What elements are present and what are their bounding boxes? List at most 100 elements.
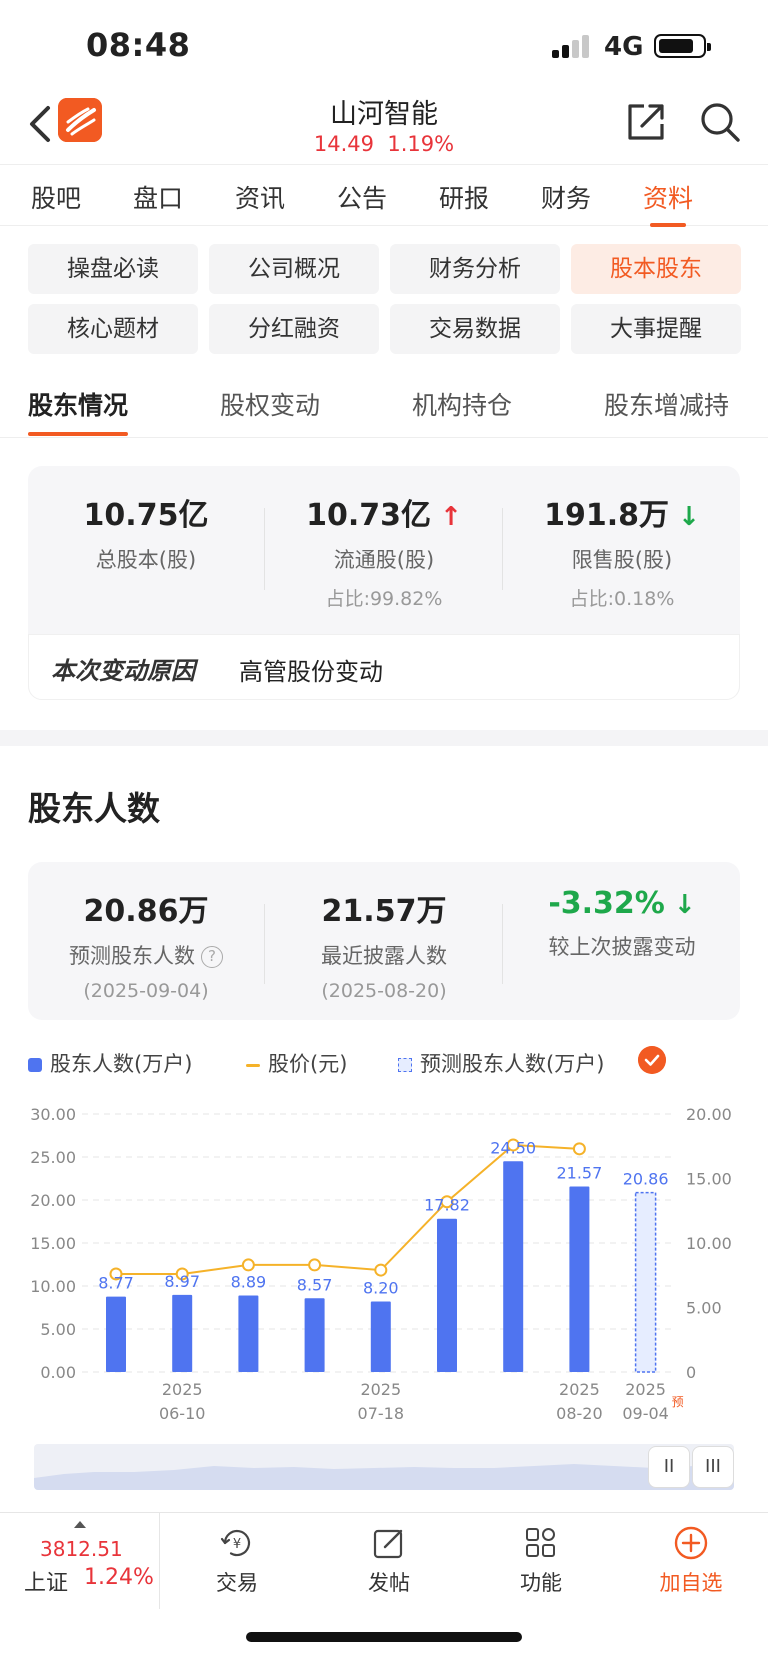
bar-value-label: 20.86	[623, 1170, 669, 1189]
total-shares-label: 总股本(股)	[95, 548, 197, 572]
active-tab-indicator	[650, 223, 686, 227]
tab-profile[interactable]: 资料	[618, 179, 718, 227]
stat-total-shares: 10.75亿 总股本(股)	[28, 490, 264, 574]
nav-add-watchlist[interactable]: 加自选	[636, 1525, 746, 1597]
x-tick-date: 06-10	[159, 1404, 206, 1423]
nav-functions[interactable]: 功能	[486, 1525, 596, 1597]
holder-bar	[569, 1186, 590, 1372]
subtab-shareholder-info[interactable]: 股东情况	[28, 386, 129, 436]
tab-news[interactable]: 资讯	[210, 179, 310, 215]
latest-holders-date: (2025-08-20)	[321, 980, 447, 1002]
stock-price: 14.49	[313, 132, 375, 156]
chip-trading-data[interactable]: 交易数据	[390, 304, 560, 354]
scroller-sparkline	[34, 1464, 734, 1490]
bar-value-label: 17.82	[424, 1196, 470, 1215]
x-tick-date: 09-04	[622, 1404, 669, 1423]
chip-dividends[interactable]: 分红融资	[209, 304, 379, 354]
tab-research[interactable]: 研报	[414, 179, 514, 215]
x-tick-year: 2025	[559, 1380, 600, 1399]
y-right-tick-label: 10.00	[686, 1234, 732, 1253]
bar-value-label: 8.20	[363, 1278, 399, 1297]
range-scroller[interactable]: II III	[34, 1444, 734, 1490]
restricted-shares-label: 限售股(股)	[571, 548, 673, 572]
legend-forecast-swatch	[398, 1058, 412, 1072]
y-left-tick-label: 5.00	[40, 1320, 76, 1339]
signal-icon	[552, 34, 592, 58]
nav-add-watchlist-label: 加自选	[659, 1571, 723, 1595]
y-right-tick-label: 5.00	[686, 1299, 722, 1318]
share-capital-card: 10.75亿 总股本(股) 10.73亿 ↑ 流通股(股) 占比:99.82% …	[28, 466, 740, 700]
section-separator	[0, 730, 768, 746]
bar-value-label: 21.57	[556, 1163, 602, 1182]
x-tick-date: 07-18	[358, 1404, 405, 1423]
bar-value-label: 24.50	[490, 1138, 536, 1157]
chip-trading-guide[interactable]: 操盘必读	[28, 244, 198, 294]
bar-value-label: 8.57	[297, 1275, 333, 1294]
divider	[264, 508, 265, 590]
tab-profile-label: 资料	[642, 184, 693, 213]
x-tick-date: 08-20	[556, 1404, 603, 1423]
chip-financial-analysis[interactable]: 财务分析	[390, 244, 560, 294]
home-indicator	[246, 1632, 522, 1642]
bar-value-label: 8.97	[164, 1272, 200, 1291]
chip-company-overview[interactable]: 公司概况	[209, 244, 379, 294]
holder-change-value: -3.32%	[548, 886, 665, 921]
y-left-tick-label: 25.00	[30, 1148, 76, 1167]
legend-forecast-label: 预测股东人数(万户)	[420, 1052, 605, 1076]
search-icon[interactable]	[698, 100, 742, 144]
chip-core-themes[interactable]: 核心题材	[28, 304, 198, 354]
price-point	[572, 1142, 586, 1156]
restricted-shares-ratio: 占比:0.18%	[569, 588, 675, 610]
help-icon[interactable]: ?	[201, 946, 223, 968]
forecast-holders-value: 20.86万	[83, 894, 209, 929]
holder-bar	[106, 1296, 126, 1372]
stat-holder-change: -3.32% ↓ 较上次披露变动	[504, 886, 740, 961]
price-point	[241, 1258, 255, 1272]
section-title-holders: 股东人数	[28, 789, 160, 828]
network-label: 4G	[604, 32, 644, 62]
nav-post[interactable]: 发帖	[334, 1525, 444, 1597]
tab-announcements[interactable]: 公告	[312, 179, 412, 215]
subtab-shareholder-info-label: 股东情况	[28, 391, 129, 420]
subtab-holding-changes[interactable]: 股东增减持	[604, 386, 729, 422]
chart-legend: 股东人数(万户) 股价(元) 预测股东人数(万户)	[28, 1046, 740, 1080]
legend-holders[interactable]: 股东人数(万户)	[28, 1048, 192, 1078]
holder-bar	[238, 1295, 259, 1372]
legend-price[interactable]: 股价(元)	[246, 1048, 347, 1078]
tab-pankou[interactable]: 盘口	[108, 179, 208, 215]
legend-holders-label: 股东人数(万户)	[50, 1052, 193, 1076]
tab-guba[interactable]: 股吧	[6, 179, 106, 215]
nav-trade[interactable]: ¥ 交易	[182, 1525, 292, 1597]
scroller-left-handle[interactable]: II	[648, 1446, 690, 1488]
float-shares-value: 10.73亿	[306, 498, 432, 533]
y-left-tick-label: 10.00	[30, 1277, 76, 1296]
stat-restricted-shares: 191.8万 ↓ 限售股(股) 占比:0.18%	[504, 490, 740, 611]
index-name: 上证	[24, 1571, 69, 1596]
check-icon[interactable]	[638, 1046, 666, 1074]
trade-icon: ¥	[220, 1529, 251, 1557]
index-value: 3812.51	[40, 1537, 123, 1561]
chip-event-reminders[interactable]: 大事提醒	[571, 304, 741, 354]
change-reason-value: 高管股份变动	[239, 658, 383, 686]
active-subtab-indicator	[28, 432, 129, 436]
holder-bar	[172, 1294, 193, 1372]
svg-text:¥: ¥	[233, 1537, 241, 1552]
chip-shareholders[interactable]: 股本股东	[571, 244, 741, 294]
forecast-holders-date: (2025-09-04)	[83, 980, 209, 1002]
legend-forecast[interactable]: 预测股东人数(万户)	[398, 1048, 604, 1078]
stat-latest-holders: 21.57万 最近披露人数 (2025-08-20)	[266, 886, 502, 1002]
share-icon[interactable]	[624, 100, 668, 144]
float-shares-ratio: 占比:99.82%	[325, 588, 443, 610]
y-left-tick-label: 30.00	[30, 1105, 76, 1124]
nav-trade-label: 交易	[216, 1571, 258, 1595]
market-index[interactable]: 3812.51 上证 1.24%	[0, 1513, 160, 1609]
latest-holders-label: 最近披露人数	[321, 944, 447, 968]
float-shares-label: 流通股(股)	[333, 548, 435, 572]
scroller-right-handle[interactable]: III	[692, 1446, 734, 1488]
tab-finance[interactable]: 财务	[516, 179, 616, 215]
bar-value-label: 8.77	[98, 1274, 134, 1293]
subtab-equity-changes[interactable]: 股权变动	[220, 386, 320, 422]
subtab-institutional[interactable]: 机构持仓	[412, 386, 512, 422]
forecast-holders-label: 预测股东人数	[69, 944, 195, 968]
holder-bar	[304, 1298, 325, 1372]
